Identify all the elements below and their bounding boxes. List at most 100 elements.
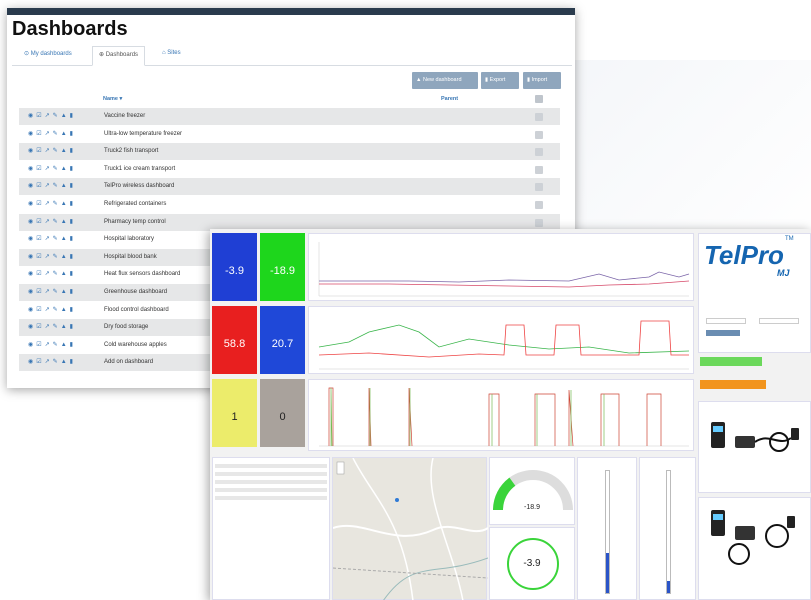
row-checkbox[interactable] bbox=[535, 201, 543, 209]
trash-icon[interactable]: ▮ bbox=[70, 166, 73, 173]
share-icon[interactable]: ↗ bbox=[45, 359, 50, 366]
chart-icon[interactable]: ▲ bbox=[61, 131, 67, 138]
navigate-freezer-button[interactable] bbox=[700, 357, 762, 366]
edit-icon[interactable]: ☑ bbox=[36, 271, 41, 278]
pencil-icon[interactable]: ✎ bbox=[53, 201, 58, 208]
eye-icon[interactable]: ◉ bbox=[28, 289, 33, 296]
eye-icon[interactable]: ◉ bbox=[28, 219, 33, 226]
navigate-main-button[interactable] bbox=[700, 380, 766, 389]
chart-icon[interactable]: ▲ bbox=[61, 324, 67, 331]
table-row[interactable]: ◉ ☑ ↗ ✎ ▲ ▮ Ultra-low temperature freezer bbox=[19, 126, 560, 143]
chart-icon[interactable]: ▲ bbox=[61, 289, 67, 296]
export-button[interactable]: ▮ Export bbox=[481, 72, 519, 89]
pencil-icon[interactable]: ✎ bbox=[53, 131, 58, 138]
trash-icon[interactable]: ▮ bbox=[70, 201, 73, 208]
chart-icon[interactable]: ▲ bbox=[61, 236, 67, 243]
table-row[interactable]: ◉ ☑ ↗ ✎ ▲ ▮ Truck1 ice cream transport bbox=[19, 161, 560, 178]
new-dashboard-button[interactable]: ▲ New dashboard bbox=[412, 72, 478, 89]
row-checkbox[interactable] bbox=[535, 165, 543, 174]
pencil-icon[interactable]: ✎ bbox=[53, 324, 58, 331]
trash-icon[interactable]: ▮ bbox=[70, 254, 73, 261]
chart-icon[interactable]: ▲ bbox=[61, 271, 67, 278]
share-icon[interactable]: ↗ bbox=[45, 271, 50, 278]
column-header-parent[interactable]: Parent bbox=[441, 96, 458, 102]
pencil-icon[interactable]: ✎ bbox=[53, 183, 58, 190]
table-row[interactable]: ◉ ☑ ↗ ✎ ▲ ▮ TelPro wireless dashboard bbox=[19, 178, 560, 196]
row-checkbox[interactable] bbox=[535, 183, 543, 192]
edit-icon[interactable]: ☑ bbox=[36, 254, 41, 261]
table-row[interactable]: ◉ ☑ ↗ ✎ ▲ ▮ Vaccine freezer bbox=[19, 108, 560, 125]
edit-icon[interactable]: ☑ bbox=[36, 289, 41, 296]
share-icon[interactable]: ↗ bbox=[45, 183, 50, 190]
trash-icon[interactable]: ▮ bbox=[70, 219, 73, 226]
eye-icon[interactable]: ◉ bbox=[28, 201, 33, 208]
share-icon[interactable]: ↗ bbox=[45, 307, 50, 314]
pencil-icon[interactable]: ✎ bbox=[53, 289, 58, 296]
chart-icon[interactable]: ▲ bbox=[61, 166, 67, 173]
eye-icon[interactable]: ◉ bbox=[28, 113, 33, 120]
edit-icon[interactable]: ☑ bbox=[36, 148, 41, 155]
trash-icon[interactable]: ▮ bbox=[70, 342, 73, 349]
pencil-icon[interactable]: ✎ bbox=[53, 254, 58, 261]
share-icon[interactable]: ↗ bbox=[45, 219, 50, 226]
edit-icon[interactable]: ☑ bbox=[36, 166, 41, 173]
share-icon[interactable]: ↗ bbox=[45, 236, 50, 243]
trash-icon[interactable]: ▮ bbox=[70, 113, 73, 120]
table-row[interactable]: ◉ ☑ ↗ ✎ ▲ ▮ Truck2 fish transport bbox=[19, 143, 560, 161]
pencil-icon[interactable]: ✎ bbox=[53, 148, 58, 155]
edit-icon[interactable]: ☑ bbox=[36, 201, 41, 208]
eye-icon[interactable]: ◉ bbox=[28, 166, 33, 173]
row-checkbox[interactable] bbox=[535, 148, 543, 157]
eye-icon[interactable]: ◉ bbox=[28, 307, 33, 314]
edit-icon[interactable]: ☑ bbox=[36, 219, 41, 226]
pencil-icon[interactable]: ✎ bbox=[53, 113, 58, 120]
date-from-field[interactable] bbox=[706, 318, 746, 324]
share-icon[interactable]: ↗ bbox=[45, 131, 50, 138]
edit-icon[interactable]: ☑ bbox=[36, 236, 41, 243]
date-to-field[interactable] bbox=[759, 318, 799, 324]
pencil-icon[interactable]: ✎ bbox=[53, 307, 58, 314]
tab-my-dashboards[interactable]: ⊙ My dashboards bbox=[18, 46, 78, 66]
trash-icon[interactable]: ▮ bbox=[70, 271, 73, 278]
pencil-icon[interactable]: ✎ bbox=[53, 342, 58, 349]
select-all-checkbox[interactable] bbox=[535, 95, 543, 103]
edit-icon[interactable]: ☑ bbox=[36, 342, 41, 349]
column-header-name[interactable]: Name ▾ bbox=[103, 96, 122, 102]
trash-icon[interactable]: ▮ bbox=[70, 183, 73, 190]
edit-icon[interactable]: ☑ bbox=[36, 183, 41, 190]
chart-icon[interactable]: ▲ bbox=[61, 254, 67, 261]
eye-icon[interactable]: ◉ bbox=[28, 131, 33, 138]
chart-icon[interactable]: ▲ bbox=[61, 342, 67, 349]
edit-icon[interactable]: ☑ bbox=[36, 113, 41, 120]
share-icon[interactable]: ↗ bbox=[45, 324, 50, 331]
share-icon[interactable]: ↗ bbox=[45, 254, 50, 261]
chart-icon[interactable]: ▲ bbox=[61, 183, 67, 190]
trash-icon[interactable]: ▮ bbox=[70, 324, 73, 331]
chart-icon[interactable]: ▲ bbox=[61, 113, 67, 120]
share-icon[interactable]: ↗ bbox=[45, 148, 50, 155]
pencil-icon[interactable]: ✎ bbox=[53, 219, 58, 226]
eye-icon[interactable]: ◉ bbox=[28, 271, 33, 278]
edit-icon[interactable]: ☑ bbox=[36, 131, 41, 138]
row-checkbox[interactable] bbox=[535, 218, 543, 227]
edit-icon[interactable]: ☑ bbox=[36, 324, 41, 331]
share-icon[interactable]: ↗ bbox=[45, 113, 50, 120]
trash-icon[interactable]: ▮ bbox=[70, 236, 73, 243]
eye-icon[interactable]: ◉ bbox=[28, 183, 33, 190]
share-icon[interactable]: ↗ bbox=[45, 289, 50, 296]
import-button[interactable]: ▮ Import bbox=[523, 72, 561, 89]
change-interval-button[interactable] bbox=[706, 330, 740, 336]
eye-icon[interactable]: ◉ bbox=[28, 254, 33, 261]
eye-icon[interactable]: ◉ bbox=[28, 148, 33, 155]
share-icon[interactable]: ↗ bbox=[45, 201, 50, 208]
chart-icon[interactable]: ▲ bbox=[61, 148, 67, 155]
trash-icon[interactable]: ▮ bbox=[70, 359, 73, 366]
edit-icon[interactable]: ☑ bbox=[36, 307, 41, 314]
pencil-icon[interactable]: ✎ bbox=[53, 271, 58, 278]
eye-icon[interactable]: ◉ bbox=[28, 236, 33, 243]
map-panel[interactable] bbox=[332, 457, 489, 600]
pencil-icon[interactable]: ✎ bbox=[53, 359, 58, 366]
share-icon[interactable]: ↗ bbox=[45, 166, 50, 173]
eye-icon[interactable]: ◉ bbox=[28, 359, 33, 366]
row-checkbox[interactable] bbox=[535, 130, 543, 139]
